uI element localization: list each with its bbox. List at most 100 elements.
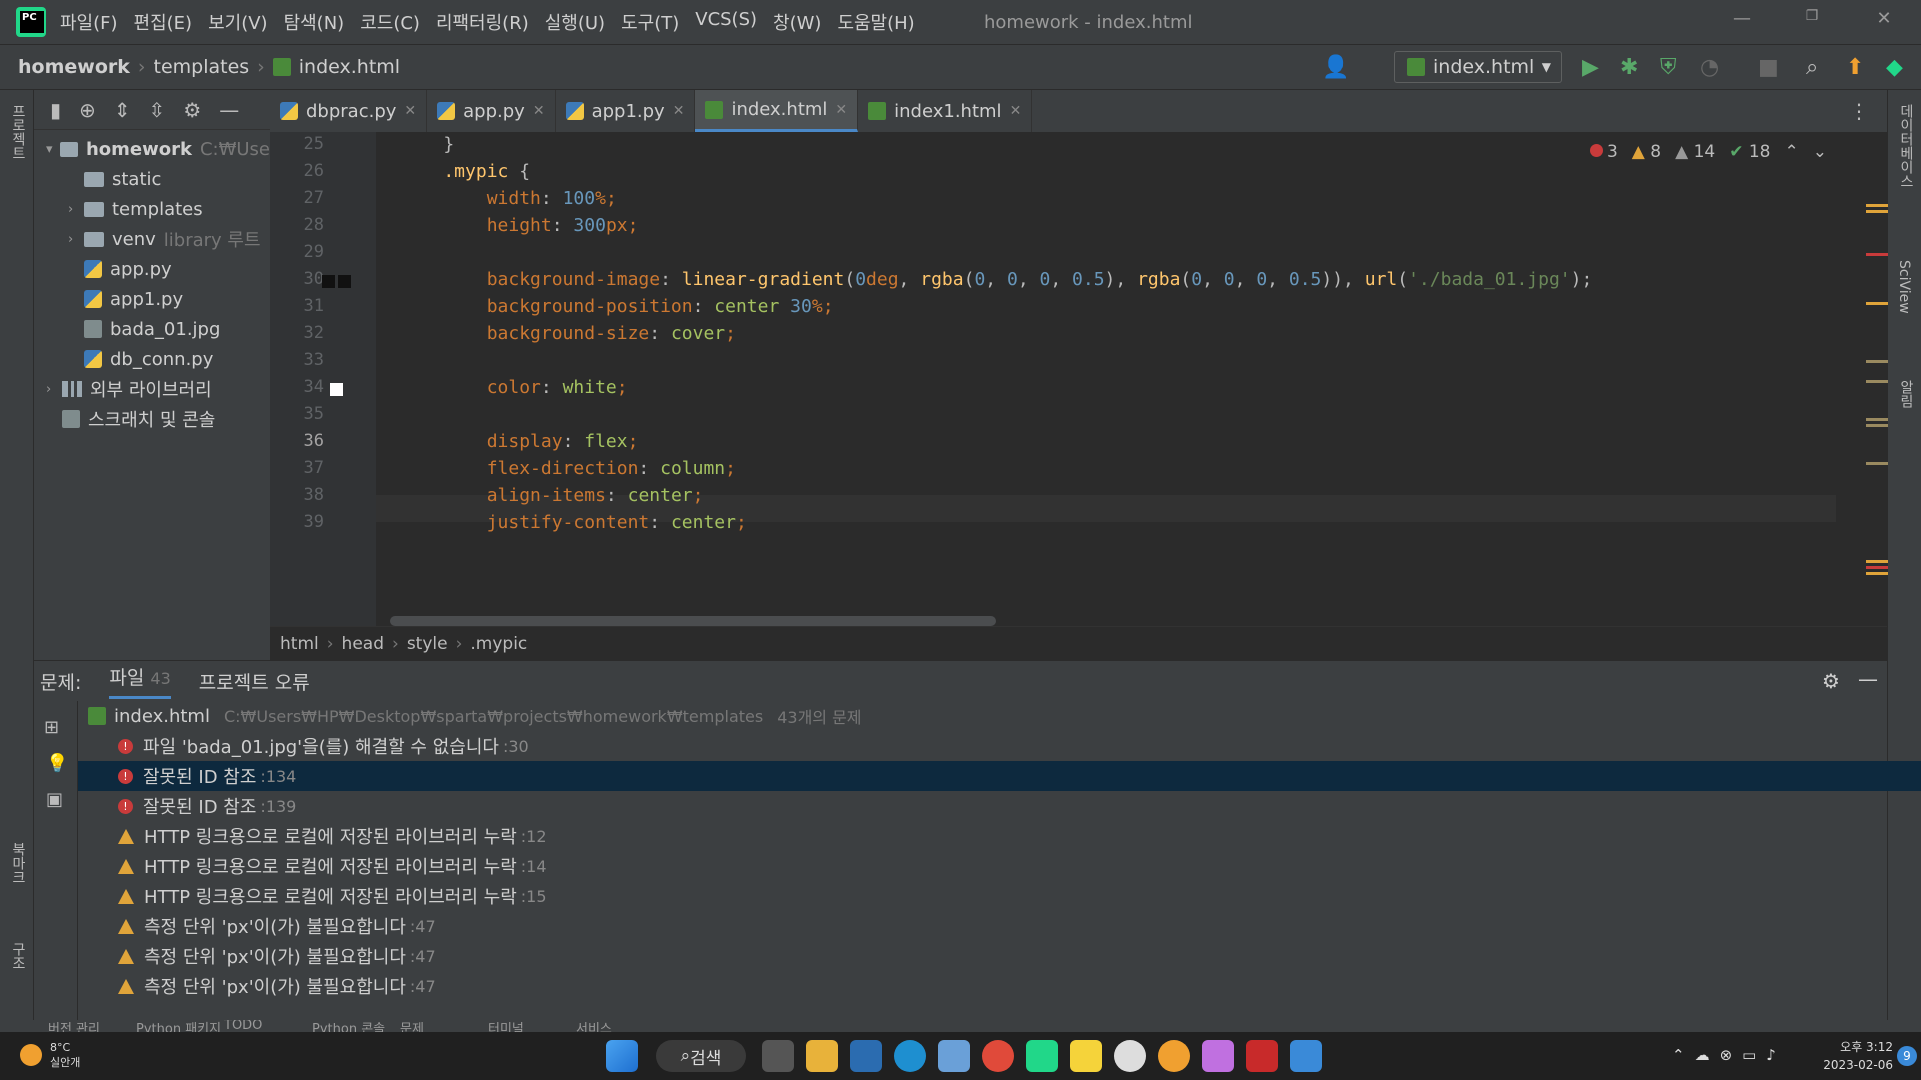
breadcrumb-html[interactable]: html [280,634,319,654]
filezilla-icon[interactable] [1246,1040,1278,1072]
tab-project-errors[interactable]: 프로젝트 오류 [199,668,310,695]
panel-layout-icon[interactable]: ▮ [50,98,61,122]
chrome-icon[interactable] [982,1040,1014,1072]
close-icon[interactable]: ✕ [1010,103,1022,119]
menu-item-10[interactable]: 도움말(H) [837,9,914,35]
menu-item-1[interactable]: 편집(E) [134,9,193,35]
gitkraken-icon[interactable] [1202,1040,1234,1072]
color-swatch-icon[interactable] [338,275,351,288]
app-icon[interactable] [1158,1040,1190,1072]
group-icon[interactable]: ⊞ [44,717,59,738]
menu-item-4[interactable]: 코드(C) [360,9,420,35]
tool-tab[interactable]: 버전 관리 [48,1020,100,1032]
problem-row[interactable]: HTTP 링크용으로 로컬에 저장된 라이브러리 누락:14 [78,851,1921,881]
nav-crumb-file[interactable]: index.html [299,56,400,78]
tree-item[interactable]: 스크래치 및 콘솔 [34,404,270,434]
menu-item-7[interactable]: 도구(T) [621,9,679,35]
tree-item[interactable]: app.py [34,254,270,284]
weather-widget[interactable]: 8°C 실안개 [20,1040,80,1070]
marker-weak[interactable] [1866,418,1888,421]
marker-warning[interactable] [1866,204,1888,207]
problem-row[interactable]: 측정 단위 'px'이(가) 불필요합니다:47 [78,941,1921,971]
hide-icon[interactable]: — [1858,667,1878,691]
tool-window-sciview[interactable]: SciView [1896,260,1912,314]
update-icon[interactable]: ⬆ [1846,55,1864,80]
tab-4[interactable]: index1.html ✕ [858,90,1033,132]
problem-row[interactable]: 측정 단위 'px'이(가) 불필요합니다:47 [78,971,1921,1001]
tree-item[interactable]: › 외부 라이브러리 [34,374,270,404]
tab-file-problems[interactable]: 파일 43 [109,663,171,699]
tree-item[interactable]: ▾ homework C:₩Use [34,134,270,164]
marker-weak[interactable] [1866,380,1888,383]
tree-item[interactable]: › templates [34,194,270,224]
tree-item[interactable]: › venv library 루트 [34,224,270,254]
marker-warning[interactable] [1866,302,1888,305]
close-icon[interactable]: ✕ [533,103,545,119]
tool-tab[interactable]: 서비스 [576,1020,612,1032]
menu-item-9[interactable]: 창(W) [773,9,821,35]
tree-item[interactable]: bada_01.jpg [34,314,270,344]
problem-row[interactable]: ! 잘못된 ID 참조:139 [78,791,1921,821]
breadcrumb-style[interactable]: style [407,634,448,654]
hide-icon[interactable]: — [219,98,239,122]
chevron-down-icon[interactable]: ⌄ [1813,142,1827,162]
color-swatch-icon[interactable] [322,275,335,288]
problem-row[interactable]: ! 파일 'bada_01.jpg'을(를) 해결할 수 없습니다:30 [78,731,1921,761]
more-tabs-icon[interactable]: ⋮ [1849,99,1869,123]
chevron-icon[interactable]: › [68,232,84,247]
menu-item-0[interactable]: 파일(F) [60,9,118,35]
tool-window-project[interactable]: 프로젝트 [8,104,28,160]
tree-item[interactable]: app1.py [34,284,270,314]
gear-icon[interactable]: ⚙ [183,98,201,122]
tool-tab[interactable]: Python 패키지 [136,1020,221,1032]
minimize-icon[interactable]: — [1722,8,1762,29]
notification-badge[interactable]: 9 [1897,1046,1917,1066]
close-icon[interactable]: ✕ [673,103,685,119]
pycharm-icon[interactable] [1026,1040,1058,1072]
problem-row[interactable]: HTTP 링크용으로 로컬에 저장된 라이브러리 누락:15 [78,881,1921,911]
pycharm-logo-icon[interactable] [16,7,46,37]
marker-weak[interactable] [1866,462,1888,465]
tree-item[interactable]: db_conn.py [34,344,270,374]
marker-warning[interactable] [1866,560,1888,563]
jetbrains-icon[interactable]: ◆ [1886,55,1903,80]
marker-weak[interactable] [1866,360,1888,363]
taskbar-clock[interactable]: 오후 3:12 2023-02-06 [1823,1038,1893,1074]
debug-icon[interactable]: ✱ [1620,55,1638,80]
run-icon[interactable]: ▶ [1582,55,1599,80]
marker-warning[interactable] [1866,572,1888,575]
taskbar-search[interactable]: ⌕ 검색 [656,1040,746,1072]
kakaotalk-icon[interactable] [1070,1040,1102,1072]
horizontal-scrollbar[interactable] [390,616,996,626]
chevron-icon[interactable]: › [46,382,62,397]
menu-item-5[interactable]: 리팩터링(R) [436,9,529,35]
nav-crumb-folder[interactable]: templates [154,56,250,78]
locate-icon[interactable]: ⊕ [79,98,96,122]
tool-tab[interactable]: 터미널 [488,1020,524,1032]
coverage-icon[interactable]: ⛨ [1660,55,1677,80]
problem-row[interactable]: HTTP 링크용으로 로컬에 저장된 라이브러리 누락:12 [78,821,1921,851]
github-icon[interactable] [1114,1040,1146,1072]
problem-row[interactable]: 측정 단위 'px'이(가) 불필요합니다:47 [78,911,1921,941]
menu-item-2[interactable]: 보기(V) [208,9,267,35]
tool-window-notifications[interactable]: 알림 [1896,380,1916,408]
breadcrumb-selector[interactable]: .mypic [470,634,527,654]
tool-window-database[interactable]: 데이터베이스 [1896,104,1916,188]
menu-item-6[interactable]: 실행(U) [545,9,605,35]
system-tray[interactable]: ⌃☁⊗▭♪ [1672,1046,1786,1064]
menu-item-8[interactable]: VCS(S) [695,9,757,35]
marker-error[interactable] [1866,253,1888,256]
tab-0[interactable]: dbprac.py ✕ [270,90,428,132]
tool-tab[interactable]: TODO [224,1020,262,1032]
tab-3[interactable]: index.html ✕ [695,90,859,132]
color-swatch-icon[interactable] [330,383,343,396]
menu-item-3[interactable]: 탐색(N) [284,9,345,35]
file-explorer-icon[interactable] [806,1040,838,1072]
restore-icon[interactable]: ❐ [1792,8,1832,24]
preview-icon[interactable]: ▣ [46,789,63,810]
edge-icon[interactable] [894,1040,926,1072]
run-config-select[interactable]: index.html ▼ [1394,51,1562,83]
inspection-widget[interactable]: 3 ▲ 8 ▲ 14 ✔ 18 ⌃ ⌄ [1589,142,1827,162]
tool-window-structure[interactable]: 구조 [8,942,28,970]
marker-error[interactable] [1866,566,1888,569]
